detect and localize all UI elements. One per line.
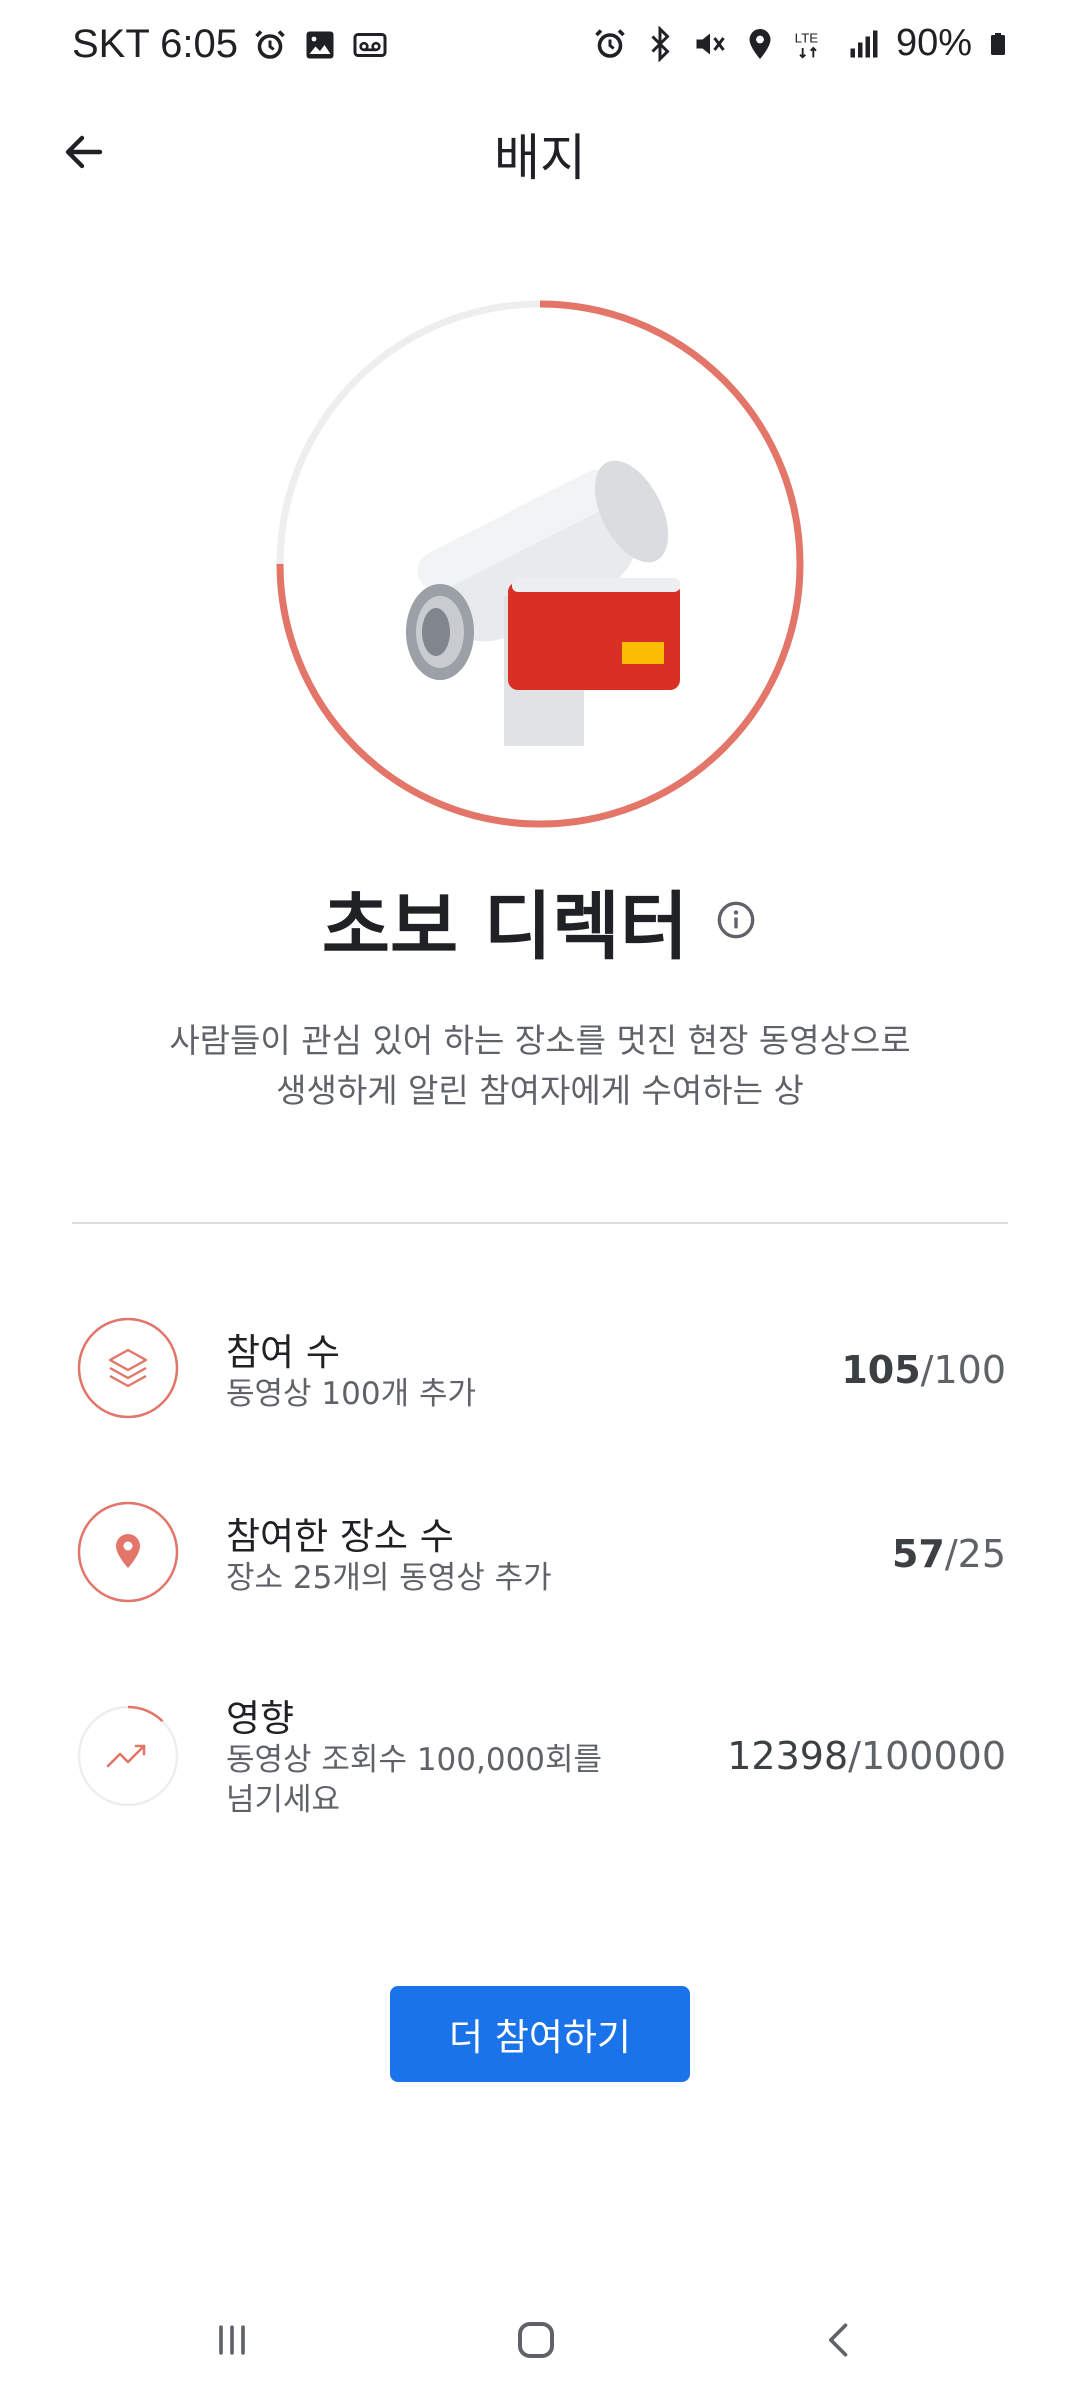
- trending-up-icon: [106, 1744, 146, 1768]
- carrier-time: SKT 6:05: [72, 22, 239, 66]
- bluetooth-icon: [651, 25, 670, 62]
- criterion-title: 영향: [226, 1697, 295, 1740]
- voicemail-icon: [353, 32, 387, 57]
- status-bar-right: LTE 90%: [592, 22, 1010, 65]
- info-button[interactable]: [714, 898, 758, 942]
- badge-progress-ring: [276, 300, 804, 828]
- criterion-subtitle: 동영상 100개 추가: [226, 1376, 476, 1412]
- criterion-target: 25: [957, 1532, 1006, 1576]
- criterion-progress-ring: [77, 1705, 179, 1807]
- criterion-separator: /: [848, 1734, 861, 1778]
- image-icon: [306, 31, 334, 58]
- navigation-bar: [0, 2280, 1080, 2400]
- badge-name: 초보 디렉터: [321, 883, 689, 970]
- criterion-title: 참여한 장소 수: [226, 1515, 454, 1558]
- video-camera-icon: [406, 460, 680, 746]
- signal-icon: [850, 30, 878, 57]
- contribute-more-button[interactable]: 더 참여하기: [390, 1986, 690, 2082]
- criterion-value: 57/25: [892, 1532, 1006, 1576]
- location-pin-icon: [116, 1534, 140, 1568]
- criterion-subtitle: 장소 25개의 동영상 추가: [226, 1560, 552, 1596]
- criterion-target: 100: [933, 1348, 1006, 1392]
- criterion-value: 105/100: [841, 1348, 1006, 1392]
- criterion-target: 100000: [860, 1734, 1006, 1778]
- alarm-icon: [255, 29, 285, 59]
- criterion-subtitle-line: 넘기세요: [226, 1782, 341, 1818]
- criterion-progress-ring: [77, 1501, 179, 1603]
- badge-description-line: 사람들이 관심 있어 하는 장소를 멋진 현장 동영상으로: [169, 1021, 911, 1060]
- divider: [72, 1222, 1008, 1224]
- criterion-impact: 영향 동영상 조회수 100,000회를 넘기세요 12398/100000: [72, 1688, 1008, 1848]
- system-back-button[interactable]: [790, 2300, 890, 2380]
- recent-apps-button[interactable]: [182, 2300, 282, 2380]
- home-button[interactable]: [486, 2300, 586, 2380]
- page-title: 배지: [494, 129, 586, 187]
- criterion-progress-ring: [77, 1317, 179, 1419]
- criterion-current: 105: [841, 1348, 921, 1392]
- badge-description: 사람들이 관심 있어 하는 장소를 멋진 현장 동영상으로 생생하게 알린 참여…: [100, 1016, 980, 1116]
- criterion-current: 12398: [727, 1734, 849, 1778]
- status-bar-left: SKT 6:05: [72, 22, 388, 67]
- app-bar: 배지: [0, 96, 1080, 206]
- lte-icon: LTE: [795, 30, 819, 59]
- layers-icon: [108, 1348, 148, 1388]
- status-bar: SKT 6:05 LTE 90%: [0, 0, 1080, 96]
- criterion-places: 참여한 장소 수 장소 25개의 동영상 추가 57/25: [72, 1486, 1008, 1626]
- badge-name-row: 초보 디렉터: [0, 870, 1080, 970]
- badge-illustration: [272, 296, 808, 832]
- battery-icon: [991, 32, 1005, 55]
- recent-apps-icon: [219, 2325, 245, 2355]
- battery-percent: 90%: [895, 22, 972, 64]
- info-icon: [717, 901, 755, 939]
- badge-description-line: 생생하게 알린 참여자에게 수여하는 상: [276, 1071, 804, 1110]
- back-icon: [829, 2323, 848, 2357]
- criterion-current: 57: [891, 1532, 945, 1576]
- home-icon: [518, 2322, 554, 2358]
- criterion-separator: /: [944, 1532, 958, 1576]
- criterion-separator: /: [920, 1348, 934, 1392]
- criterion-title: 참여 수: [226, 1331, 340, 1374]
- criterion-progress-arc: [77, 1317, 179, 1419]
- svg-text:LTE: LTE: [795, 30, 819, 45]
- mute-icon: [696, 33, 725, 54]
- criterion-contributions: 참여 수 동영상 100개 추가 105/100: [72, 1302, 1008, 1442]
- criterion-value: 12398/100000: [727, 1734, 1006, 1778]
- alarm-icon: [595, 28, 625, 58]
- criterion-subtitle-line: 동영상 조회수 100,000회를: [226, 1742, 603, 1778]
- criterion-subtitle: 동영상 조회수 100,000회를 넘기세요: [226, 1740, 602, 1820]
- location-icon: [749, 28, 771, 59]
